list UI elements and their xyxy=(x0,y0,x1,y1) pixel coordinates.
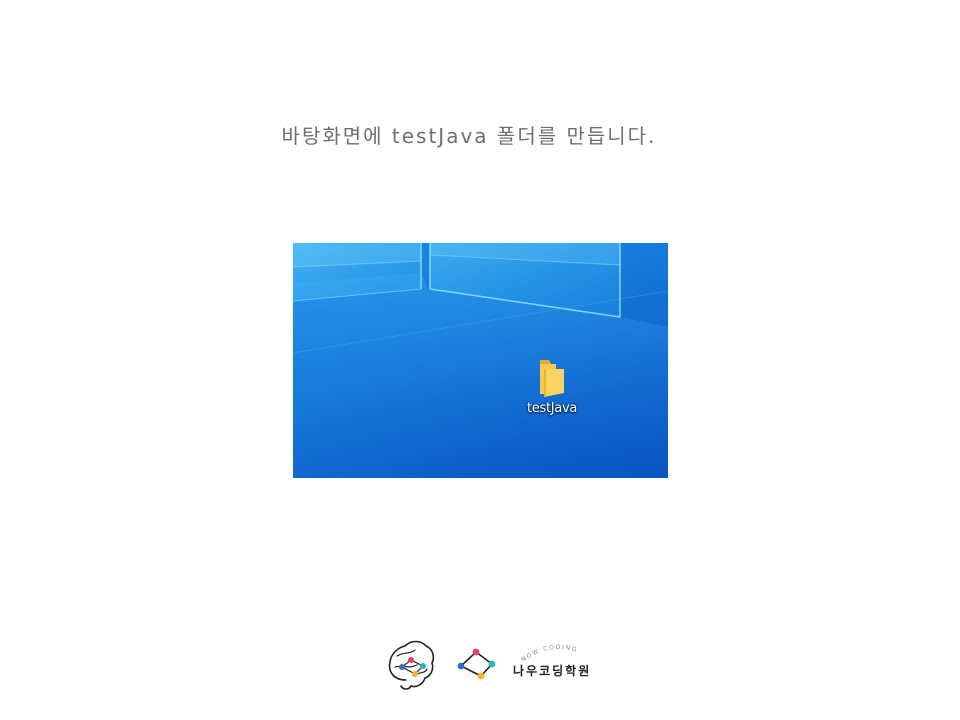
arc-text: NOW CODING xyxy=(520,644,577,664)
network-mark-icon xyxy=(457,648,496,680)
academy-name: 나우코딩학원 xyxy=(513,664,592,678)
instruction-text: 바탕화면에 testJava 폴더를 만듭니다. xyxy=(281,124,657,148)
desktop-screenshot: testJava xyxy=(293,243,668,478)
brain-logo-icon xyxy=(388,640,435,690)
folder-icon xyxy=(540,360,564,397)
testjava-folder[interactable]: testJava xyxy=(519,357,585,416)
windows-wallpaper xyxy=(293,243,668,478)
footer-logo: NOW CODING 나우코딩학원 xyxy=(385,636,605,692)
brand-arc-text: NOW CODING xyxy=(520,644,578,664)
folder-label: testJava xyxy=(526,401,578,416)
svg-text:NOW CODING: NOW CODING xyxy=(520,644,578,664)
